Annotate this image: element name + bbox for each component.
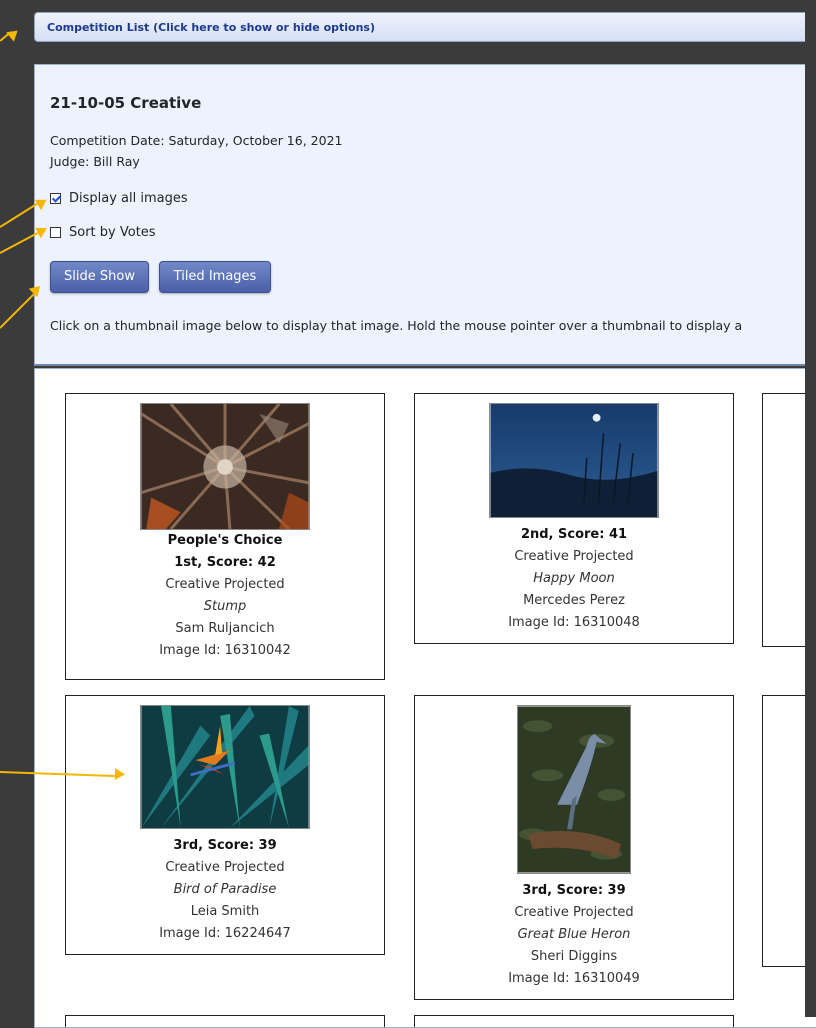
instructions-text: Click on a thumbnail image below to disp… <box>50 318 743 333</box>
image-card: People's Choice 1st, Score: 42 Creative … <box>65 393 385 680</box>
score-label: 1st, Score: 42 <box>174 555 276 570</box>
image-title: Great Blue Heron <box>517 927 631 942</box>
image-id: Image Id: 16224647 <box>159 926 291 941</box>
score-label: 3rd, Score: 39 <box>522 883 626 898</box>
competition-title: 21-10-05 Creative <box>50 94 202 112</box>
score-label: 3rd, Score: 39 <box>173 838 277 853</box>
slide-show-button[interactable]: Slide Show <box>50 261 149 293</box>
tiled-images-button[interactable]: Tiled Images <box>159 261 271 293</box>
image-title: Happy Moon <box>533 571 615 586</box>
competition-list-toggle[interactable]: Competition List (Click here to show or … <box>34 12 816 42</box>
competition-date: Competition Date: Saturday, October 16, … <box>50 133 343 148</box>
bird-of-paradise-thumbnail[interactable] <box>140 705 310 829</box>
happy-moon-thumbnail[interactable] <box>489 403 659 518</box>
results-grid: People's Choice 1st, Score: 42 Creative … <box>34 368 816 1028</box>
stump-thumbnail[interactable] <box>140 403 310 530</box>
competition-options-panel: 21-10-05 Creative Competition Date: Satu… <box>34 64 816 366</box>
sort-by-votes-checkbox[interactable] <box>50 227 61 238</box>
category-label: Creative Projected <box>514 549 634 564</box>
category-label: Creative Projected <box>165 860 285 875</box>
sort-by-votes-option[interactable]: Sort by Votes <box>50 225 156 240</box>
image-id: Image Id: 16310049 <box>508 971 640 986</box>
image-card: 2nd, Score: 41 Creative Projected Happy … <box>414 393 734 644</box>
image-card: 3rd, Score: 39 Creative Projected Bird o… <box>65 695 385 955</box>
image-id: Image Id: 16310042 <box>159 643 291 658</box>
image-title: Stump <box>203 599 247 614</box>
author-name: Leia Smith <box>190 904 260 919</box>
image-title: Bird of Paradise <box>173 882 277 897</box>
great-blue-heron-thumbnail[interactable] <box>517 705 631 874</box>
display-all-images-checkbox[interactable] <box>50 193 61 204</box>
window-edge <box>805 0 816 1017</box>
author-name: Mercedes Perez <box>523 593 625 608</box>
image-id: Image Id: 16310048 <box>508 615 640 630</box>
category-label: Creative Projected <box>514 905 634 920</box>
image-card: 3rd, Score: 39 Creative Projected Great … <box>414 695 734 1000</box>
display-all-images-option[interactable]: Display all images <box>50 191 188 206</box>
category-label: Creative Projected <box>165 577 285 592</box>
judge-name: Judge: Bill Ray <box>50 154 140 169</box>
award-label: People's Choice <box>167 533 283 548</box>
author-name: Sheri Diggins <box>530 949 618 964</box>
author-name: Sam Ruljancich <box>175 621 275 636</box>
display-all-images-label[interactable]: Display all images <box>69 191 188 206</box>
score-label: 2nd, Score: 41 <box>520 527 628 542</box>
sort-by-votes-label[interactable]: Sort by Votes <box>69 225 156 240</box>
